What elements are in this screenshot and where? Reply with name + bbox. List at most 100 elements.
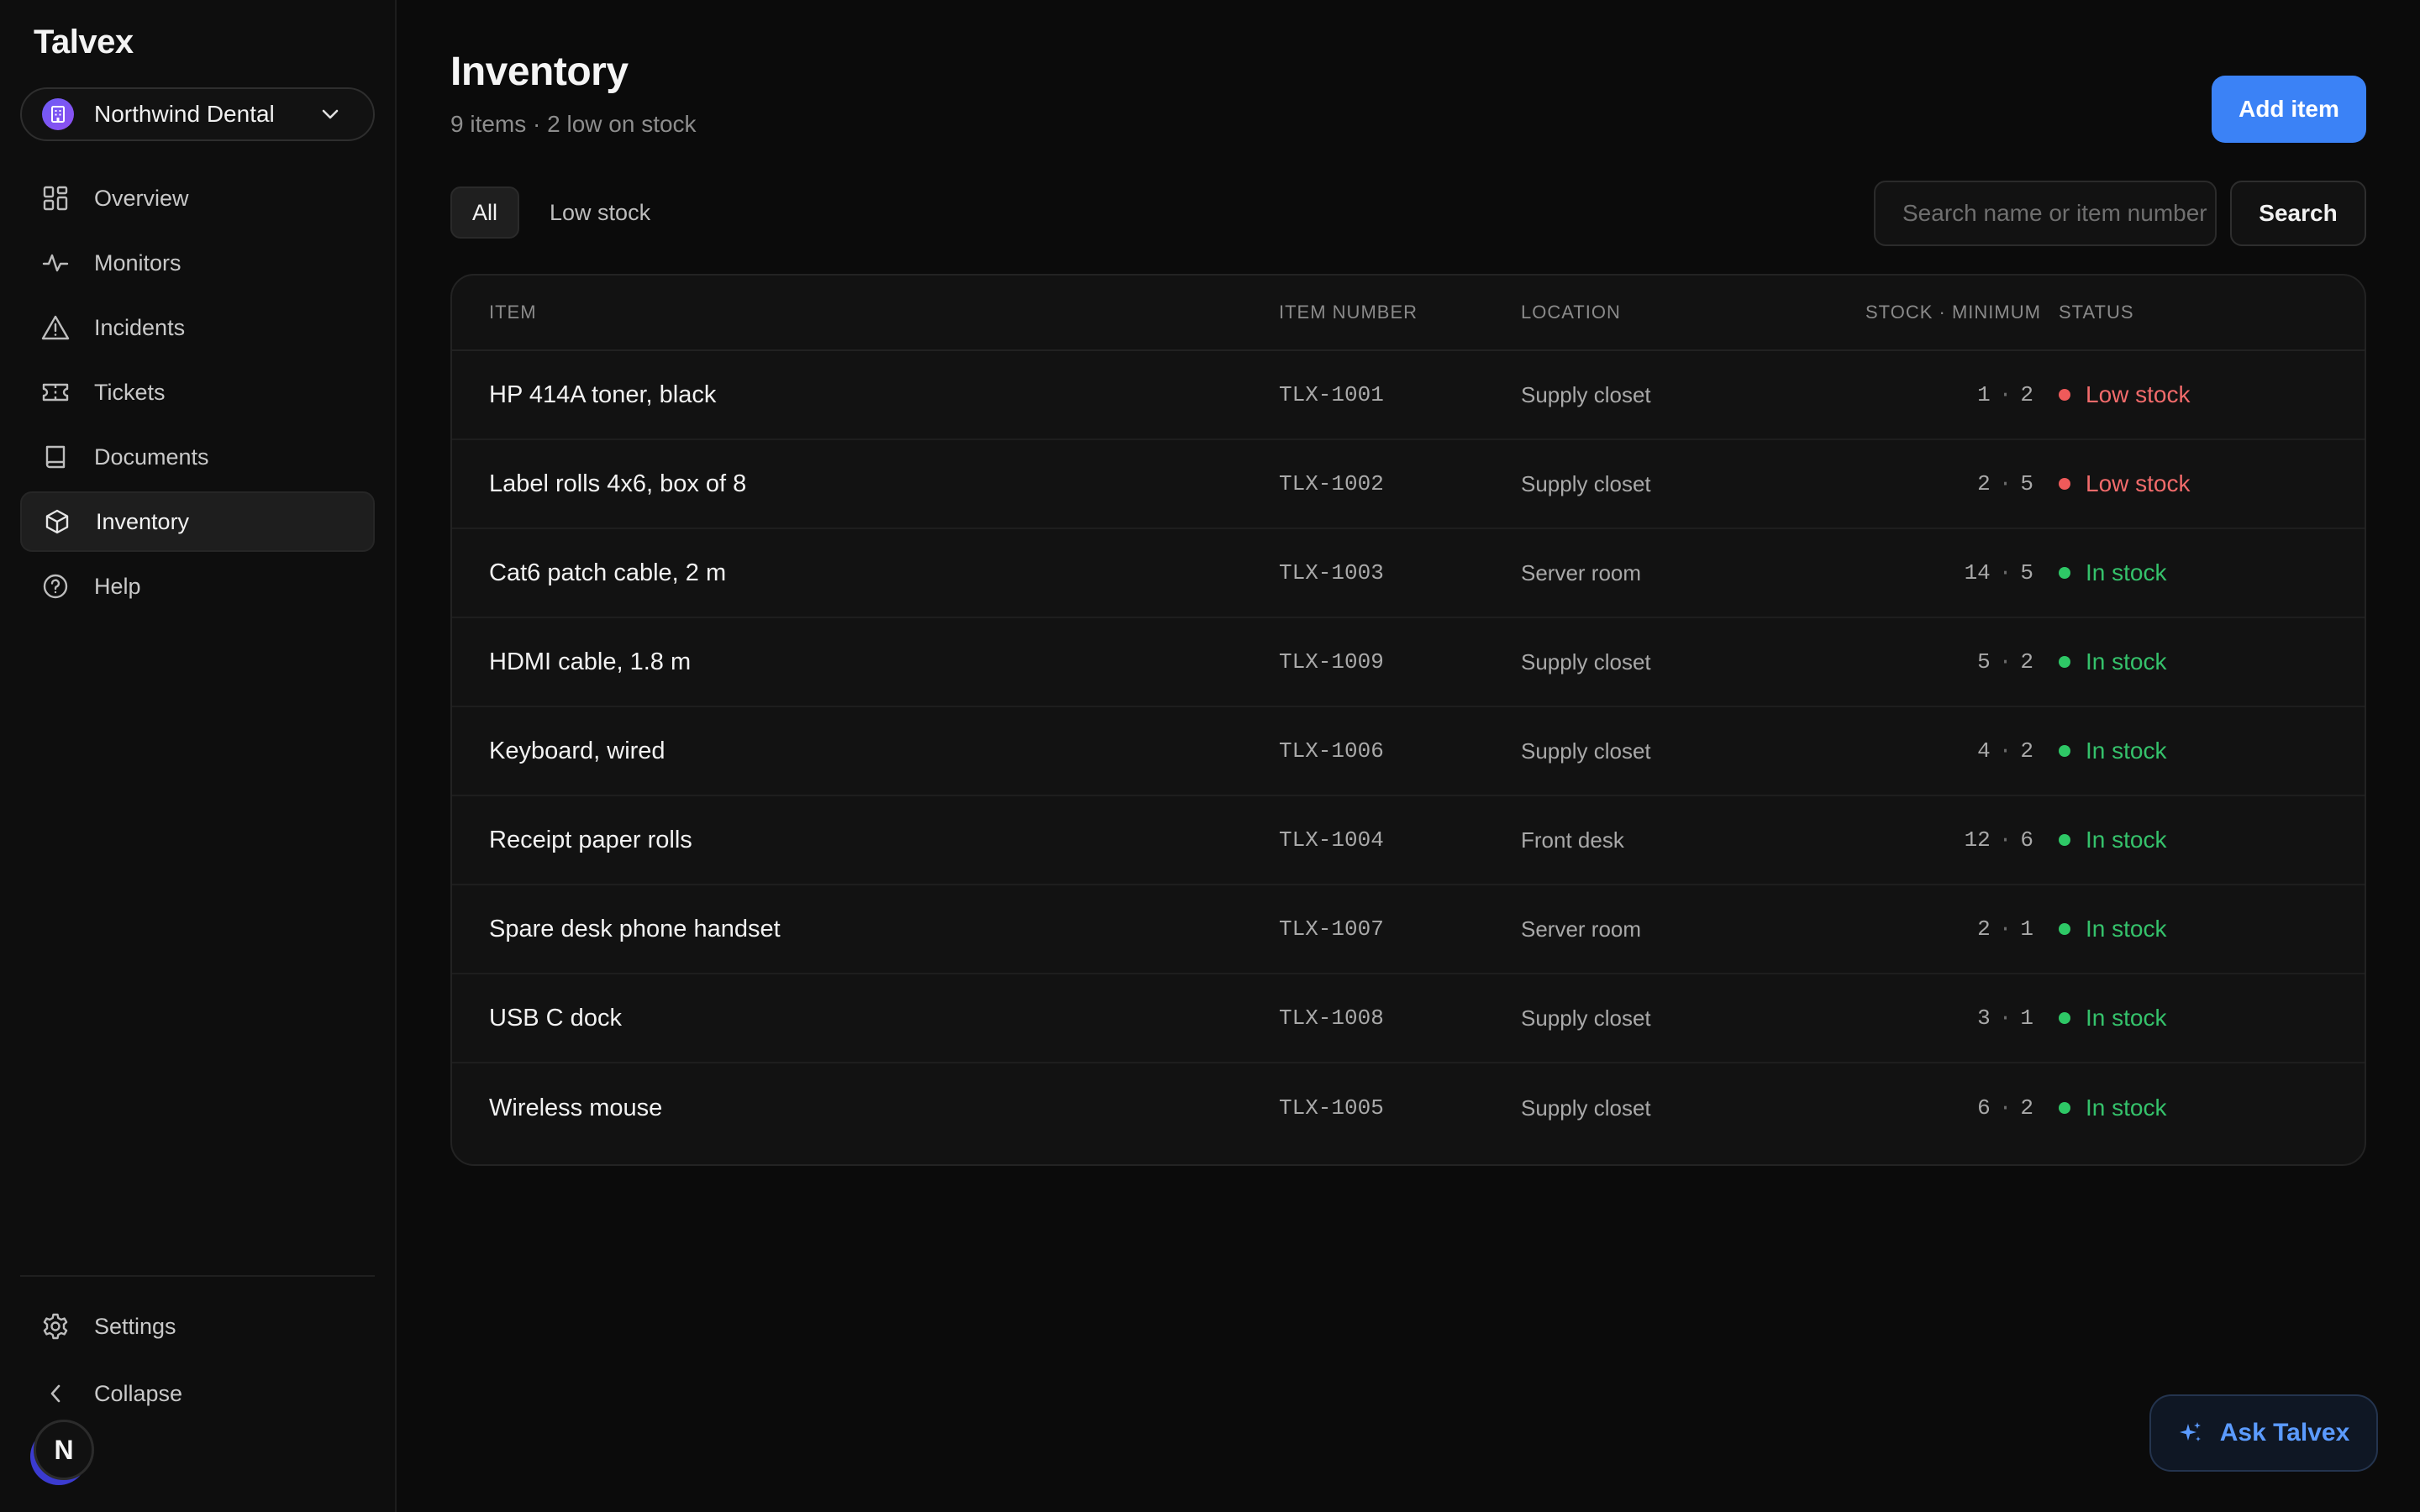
sidebar-item-settings[interactable]: Settings xyxy=(20,1294,375,1359)
table-row[interactable]: HP 414A toner, black TLX-1001 Supply clo… xyxy=(452,351,2365,440)
item-name: HDMI cable, 1.8 m xyxy=(489,648,692,675)
app-logo: Talvex xyxy=(34,24,134,60)
sidebar-item-tickets[interactable]: Tickets xyxy=(20,362,375,423)
status-dot-icon xyxy=(2059,478,2070,490)
item-name: Spare desk phone handset xyxy=(489,915,781,942)
stock-minimum: 1 xyxy=(2020,916,2033,942)
sidebar-item-help[interactable]: Help xyxy=(20,556,375,617)
chevron-left-icon xyxy=(40,1378,71,1409)
item-stock: 3 · 1 xyxy=(1977,1005,2033,1031)
status-label: In stock xyxy=(2086,559,2167,585)
item-number: TLX-1009 xyxy=(1279,649,1384,675)
status-badge: In stock xyxy=(2059,559,2166,586)
status-dot-icon xyxy=(2059,567,2070,579)
avatar[interactable]: N xyxy=(34,1420,94,1480)
stock-count: 3 xyxy=(1977,1005,1991,1031)
status-label: In stock xyxy=(2086,916,2167,942)
sidebar-item-label: Monitors xyxy=(94,249,182,276)
sidebar-item-label: Help xyxy=(94,573,141,599)
item-location: Server room xyxy=(1521,916,1642,942)
table-row[interactable]: Receipt paper rolls TLX-1004 Front desk … xyxy=(452,796,2365,885)
status-badge: In stock xyxy=(2059,1005,2166,1032)
box-icon xyxy=(42,507,72,537)
item-stock: 14 · 5 xyxy=(1964,560,2033,585)
org-switcher[interactable]: Northwind Dental xyxy=(20,87,375,141)
status-label: In stock xyxy=(2086,827,2167,853)
stock-minimum: 5 xyxy=(2020,560,2033,585)
status-dot-icon xyxy=(2059,656,2070,668)
gear-icon xyxy=(40,1311,71,1341)
item-number: TLX-1008 xyxy=(1279,1005,1384,1031)
status-badge: In stock xyxy=(2059,1095,2166,1121)
sidebar-item-inventory[interactable]: Inventory xyxy=(20,491,375,552)
warning-icon xyxy=(40,312,71,343)
grid-icon xyxy=(40,183,71,213)
stock-count: 2 xyxy=(1977,471,1991,496)
search-input[interactable] xyxy=(1874,181,2217,246)
chevron-down-icon xyxy=(321,108,339,120)
item-stock: 12 · 6 xyxy=(1964,827,2033,853)
sidebar-item-monitors[interactable]: Monitors xyxy=(20,233,375,293)
status-label: In stock xyxy=(2086,1005,2167,1031)
sidebar-item-label: Inventory xyxy=(96,508,190,534)
tab-all[interactable]: All xyxy=(450,186,520,239)
table-row[interactable]: USB C dock TLX-1008 Supply closet 3 · 1 In… xyxy=(452,974,2365,1063)
status-label: Low stock xyxy=(2086,470,2191,496)
item-stock: 2 · 1 xyxy=(1977,916,2033,942)
status-dot-icon xyxy=(2059,1102,2070,1114)
status-label: In stock xyxy=(2086,738,2167,764)
item-stock: 1 · 2 xyxy=(1977,382,2033,407)
stock-minimum: 1 xyxy=(2020,1005,2033,1031)
status-dot-icon xyxy=(2059,389,2070,401)
book-icon xyxy=(40,442,71,472)
table-row[interactable]: Cat6 patch cable, 2 m TLX-1003 Server ro… xyxy=(452,529,2365,618)
item-number: TLX-1004 xyxy=(1279,827,1384,853)
status-label: In stock xyxy=(2086,648,2167,675)
search-button[interactable]: Search xyxy=(2230,181,2366,246)
sidebar-item-label: Tickets xyxy=(94,379,166,405)
stock-minimum: 5 xyxy=(2020,471,2033,496)
table-row[interactable]: Spare desk phone handset TLX-1007 Server… xyxy=(452,885,2365,974)
status-dot-icon xyxy=(2059,834,2070,846)
sidebar-bottom: Settings Collapse xyxy=(20,1294,375,1428)
stock-minimum: 2 xyxy=(2020,649,2033,675)
sidebar-collapse-button[interactable]: Collapse xyxy=(20,1361,375,1426)
table-row[interactable]: Wireless mouse TLX-1005 Supply closet 6 ·… xyxy=(452,1063,2365,1152)
table-row[interactable]: Keyboard, wired TLX-1006 Supply closet 4… xyxy=(452,707,2365,796)
stock-count: 6 xyxy=(1977,1095,1991,1121)
item-number: TLX-1002 xyxy=(1279,471,1384,496)
tab-low-stock[interactable]: Low stock xyxy=(529,186,671,239)
item-name: Receipt paper rolls xyxy=(489,826,692,853)
status-badge: In stock xyxy=(2059,827,2166,853)
status-dot-icon xyxy=(2059,745,2070,757)
column-header-item[interactable]: Item xyxy=(452,302,1279,323)
sidebar-item-incidents[interactable]: Incidents xyxy=(20,297,375,358)
item-location: Supply closet xyxy=(1521,648,1651,675)
sidebar-item-label: Incidents xyxy=(94,314,186,340)
add-item-button[interactable]: Add item xyxy=(2212,76,2366,143)
table-row[interactable]: Label rolls 4x6, box of 8 TLX-1002 Suppl… xyxy=(452,440,2365,529)
column-header-location[interactable]: Location xyxy=(1521,302,1865,323)
stock-minimum: 2 xyxy=(2020,738,2033,764)
table-row[interactable]: HDMI cable, 1.8 m TLX-1009 Supply closet… xyxy=(452,618,2365,707)
sidebar-nav: Overview Monitors Incidents Tickets Docu… xyxy=(20,168,375,621)
column-header-item-number[interactable]: Item number xyxy=(1279,302,1521,323)
item-location: Supply closet xyxy=(1521,1005,1651,1031)
status-badge: Low stock xyxy=(2059,470,2191,497)
column-header-stock[interactable]: Stock · minimum xyxy=(1865,302,2040,323)
item-number: TLX-1006 xyxy=(1279,738,1384,764)
ask-assistant-button[interactable]: Ask Talvex xyxy=(2149,1394,2378,1472)
sidebar-divider xyxy=(20,1275,375,1277)
sidebar-item-documents[interactable]: Documents xyxy=(20,427,375,487)
column-header-status[interactable]: Status xyxy=(2059,302,2134,323)
stock-count: 14 xyxy=(1964,560,1991,585)
stock-count: 2 xyxy=(1977,916,1991,942)
item-location: Supply closet xyxy=(1521,1095,1651,1121)
sparkle-icon xyxy=(2178,1420,2203,1446)
item-name: HP 414A toner, black xyxy=(489,381,717,408)
sidebar-item-overview[interactable]: Overview xyxy=(20,168,375,228)
item-stock: 2 · 5 xyxy=(1977,471,2033,496)
sidebar-item-label: Documents xyxy=(94,444,209,470)
stock-minimum: 2 xyxy=(2020,382,2033,407)
item-location: Supply closet xyxy=(1521,381,1651,407)
